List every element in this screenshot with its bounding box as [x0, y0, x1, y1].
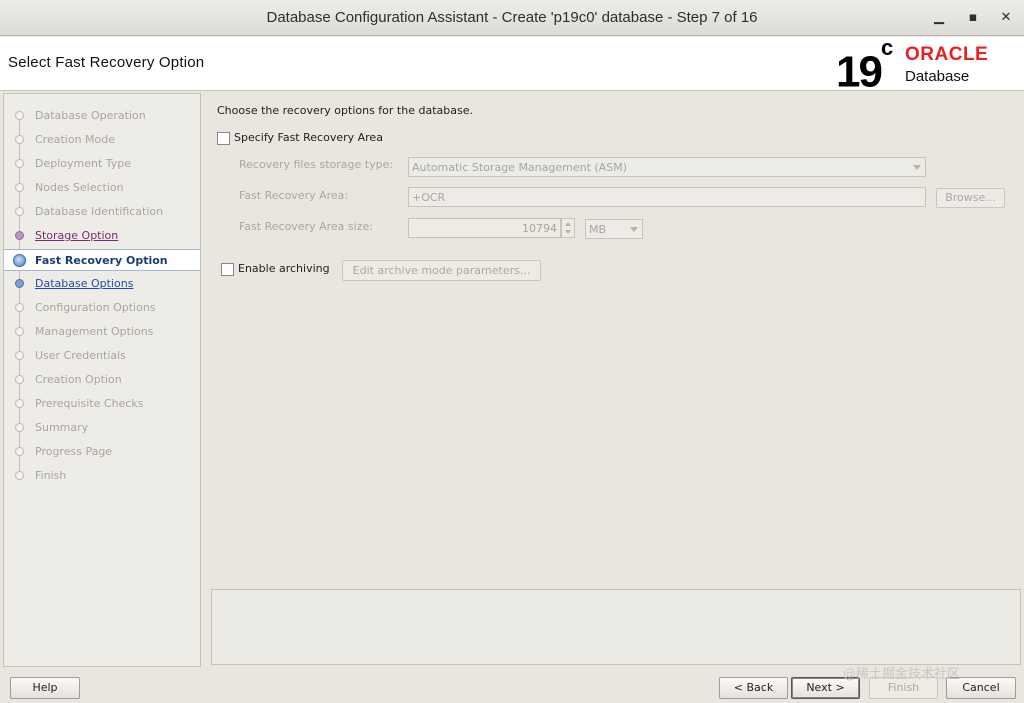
minimize-icon[interactable]: ▁: [929, 8, 949, 28]
edit-archive-params-button[interactable]: Edit archive mode parameters...: [342, 260, 541, 281]
logo-brand: ORACLE: [905, 44, 989, 65]
storage-type-label: Recovery files storage type:: [239, 158, 394, 171]
chevron-down-icon: [913, 165, 921, 170]
nav-step-label: Fast Recovery Option: [35, 254, 168, 267]
nav-step-creation-mode: Creation Mode: [4, 129, 200, 151]
nav-step-storage-option[interactable]: Storage Option: [4, 225, 200, 247]
nav-step-summary: Summary: [4, 417, 200, 439]
nav-step-label: Deployment Type: [35, 157, 132, 170]
nav-step-database-options[interactable]: Database Options: [4, 273, 200, 295]
step-indicator-icon: [15, 351, 24, 360]
nav-step-label: Storage Option: [35, 229, 119, 242]
nav-step-label: Progress Page: [35, 445, 113, 458]
browse-button[interactable]: Browse...: [936, 188, 1005, 208]
nav-step-label: Finish: [35, 469, 67, 482]
nav-step-label: Configuration Options: [35, 301, 156, 314]
step-indicator-icon: [15, 447, 24, 456]
nav-step-nodes-selection: Nodes Selection: [4, 177, 200, 199]
nav-step-progress-page: Progress Page: [4, 441, 200, 463]
fra-size-label: Fast Recovery Area size:: [239, 220, 373, 233]
nav-step-configuration-options: Configuration Options: [4, 297, 200, 319]
fra-label: Fast Recovery Area:: [239, 189, 349, 202]
step-indicator-icon: [15, 279, 24, 288]
step-indicator-icon: [15, 135, 24, 144]
step-navigation: Database Operation Creation Mode Deploymen…: [3, 93, 201, 667]
intro-text: Choose the recovery options for the data…: [217, 104, 473, 117]
help-button[interactable]: Help: [10, 677, 80, 699]
nav-step-label: Creation Mode: [35, 133, 116, 146]
step-indicator-icon: [15, 327, 24, 336]
window-title: Database Configuration Assistant - Creat…: [266, 9, 758, 26]
logo-product: Database: [905, 68, 970, 85]
page-title: Select Fast Recovery Option: [8, 54, 205, 71]
specify-fra-checkbox[interactable]: [217, 132, 230, 145]
nav-step-label: User Credentials: [35, 349, 126, 362]
message-panel: [211, 589, 1021, 665]
maximize-icon[interactable]: ▪: [963, 8, 983, 28]
nav-step-label: Database Operation: [35, 109, 146, 122]
storage-type-select[interactable]: Automatic Storage Management (ASM): [408, 157, 926, 177]
step-indicator-icon: [15, 375, 24, 384]
nav-step-database-identification: Database Identification: [4, 201, 200, 223]
nav-step-label: Summary: [35, 421, 89, 434]
nav-step-prerequisite-checks: Prerequisite Checks: [4, 393, 200, 415]
watermark: @稀土掘金技术社区: [843, 667, 961, 682]
nav-step-creation-option: Creation Option: [4, 369, 200, 391]
step-indicator-icon: [15, 399, 24, 408]
nav-step-finish: Finish: [4, 465, 200, 487]
step-indicator-icon: [15, 471, 24, 480]
nav-step-label: Database Options: [35, 277, 134, 290]
nav-step-label: Creation Option: [35, 373, 122, 386]
nav-step-label: Prerequisite Checks: [35, 397, 144, 410]
step-indicator-icon: [15, 159, 24, 168]
nav-step-fast-recovery-option[interactable]: Fast Recovery Option: [4, 249, 200, 271]
step-indicator-icon: [15, 303, 24, 312]
nav-step-management-options: Management Options: [4, 321, 200, 343]
step-indicator-icon: [15, 111, 24, 120]
fra-size-input[interactable]: 10794: [408, 218, 561, 238]
step-indicator-icon: [13, 254, 26, 267]
chevron-down-icon: [630, 227, 638, 232]
enable-archiving-label[interactable]: Enable archiving: [238, 262, 330, 275]
step-indicator-icon: [15, 423, 24, 432]
page-header: Select Fast Recovery Option 19c ORACLE D…: [0, 35, 1024, 95]
nav-step-database-operation: Database Operation: [4, 105, 200, 127]
step-indicator-icon: [15, 207, 24, 216]
enable-archiving-checkbox[interactable]: [221, 263, 234, 276]
spin-up-icon[interactable]: [565, 222, 571, 226]
step-indicator-icon: [15, 183, 24, 192]
fra-size-spinner[interactable]: [561, 218, 575, 238]
nav-step-user-credentials: User Credentials: [4, 345, 200, 367]
nav-step-deployment-type: Deployment Type: [4, 153, 200, 175]
spin-down-icon[interactable]: [565, 230, 571, 234]
fra-size-unit-select[interactable]: MB: [585, 219, 643, 239]
back-button[interactable]: < Back: [719, 677, 788, 699]
storage-type-value: Automatic Storage Management (ASM): [412, 161, 627, 174]
nav-step-label: Management Options: [35, 325, 154, 338]
nav-step-label: Database Identification: [35, 205, 164, 218]
logo-version: 19c: [836, 35, 894, 97]
close-icon[interactable]: ✕: [996, 8, 1016, 28]
window-titlebar: Database Configuration Assistant - Creat…: [0, 0, 1024, 36]
nav-step-label: Nodes Selection: [35, 181, 124, 194]
fra-size-unit-value: MB: [589, 223, 607, 236]
oracle-logo: 19c ORACLE Database: [836, 35, 1020, 95]
step-indicator-icon: [15, 231, 24, 240]
fra-input[interactable]: +OCR: [408, 187, 926, 207]
main-content: Choose the recovery options for the data…: [205, 93, 1024, 667]
specify-fra-label[interactable]: Specify Fast Recovery Area: [234, 131, 383, 144]
